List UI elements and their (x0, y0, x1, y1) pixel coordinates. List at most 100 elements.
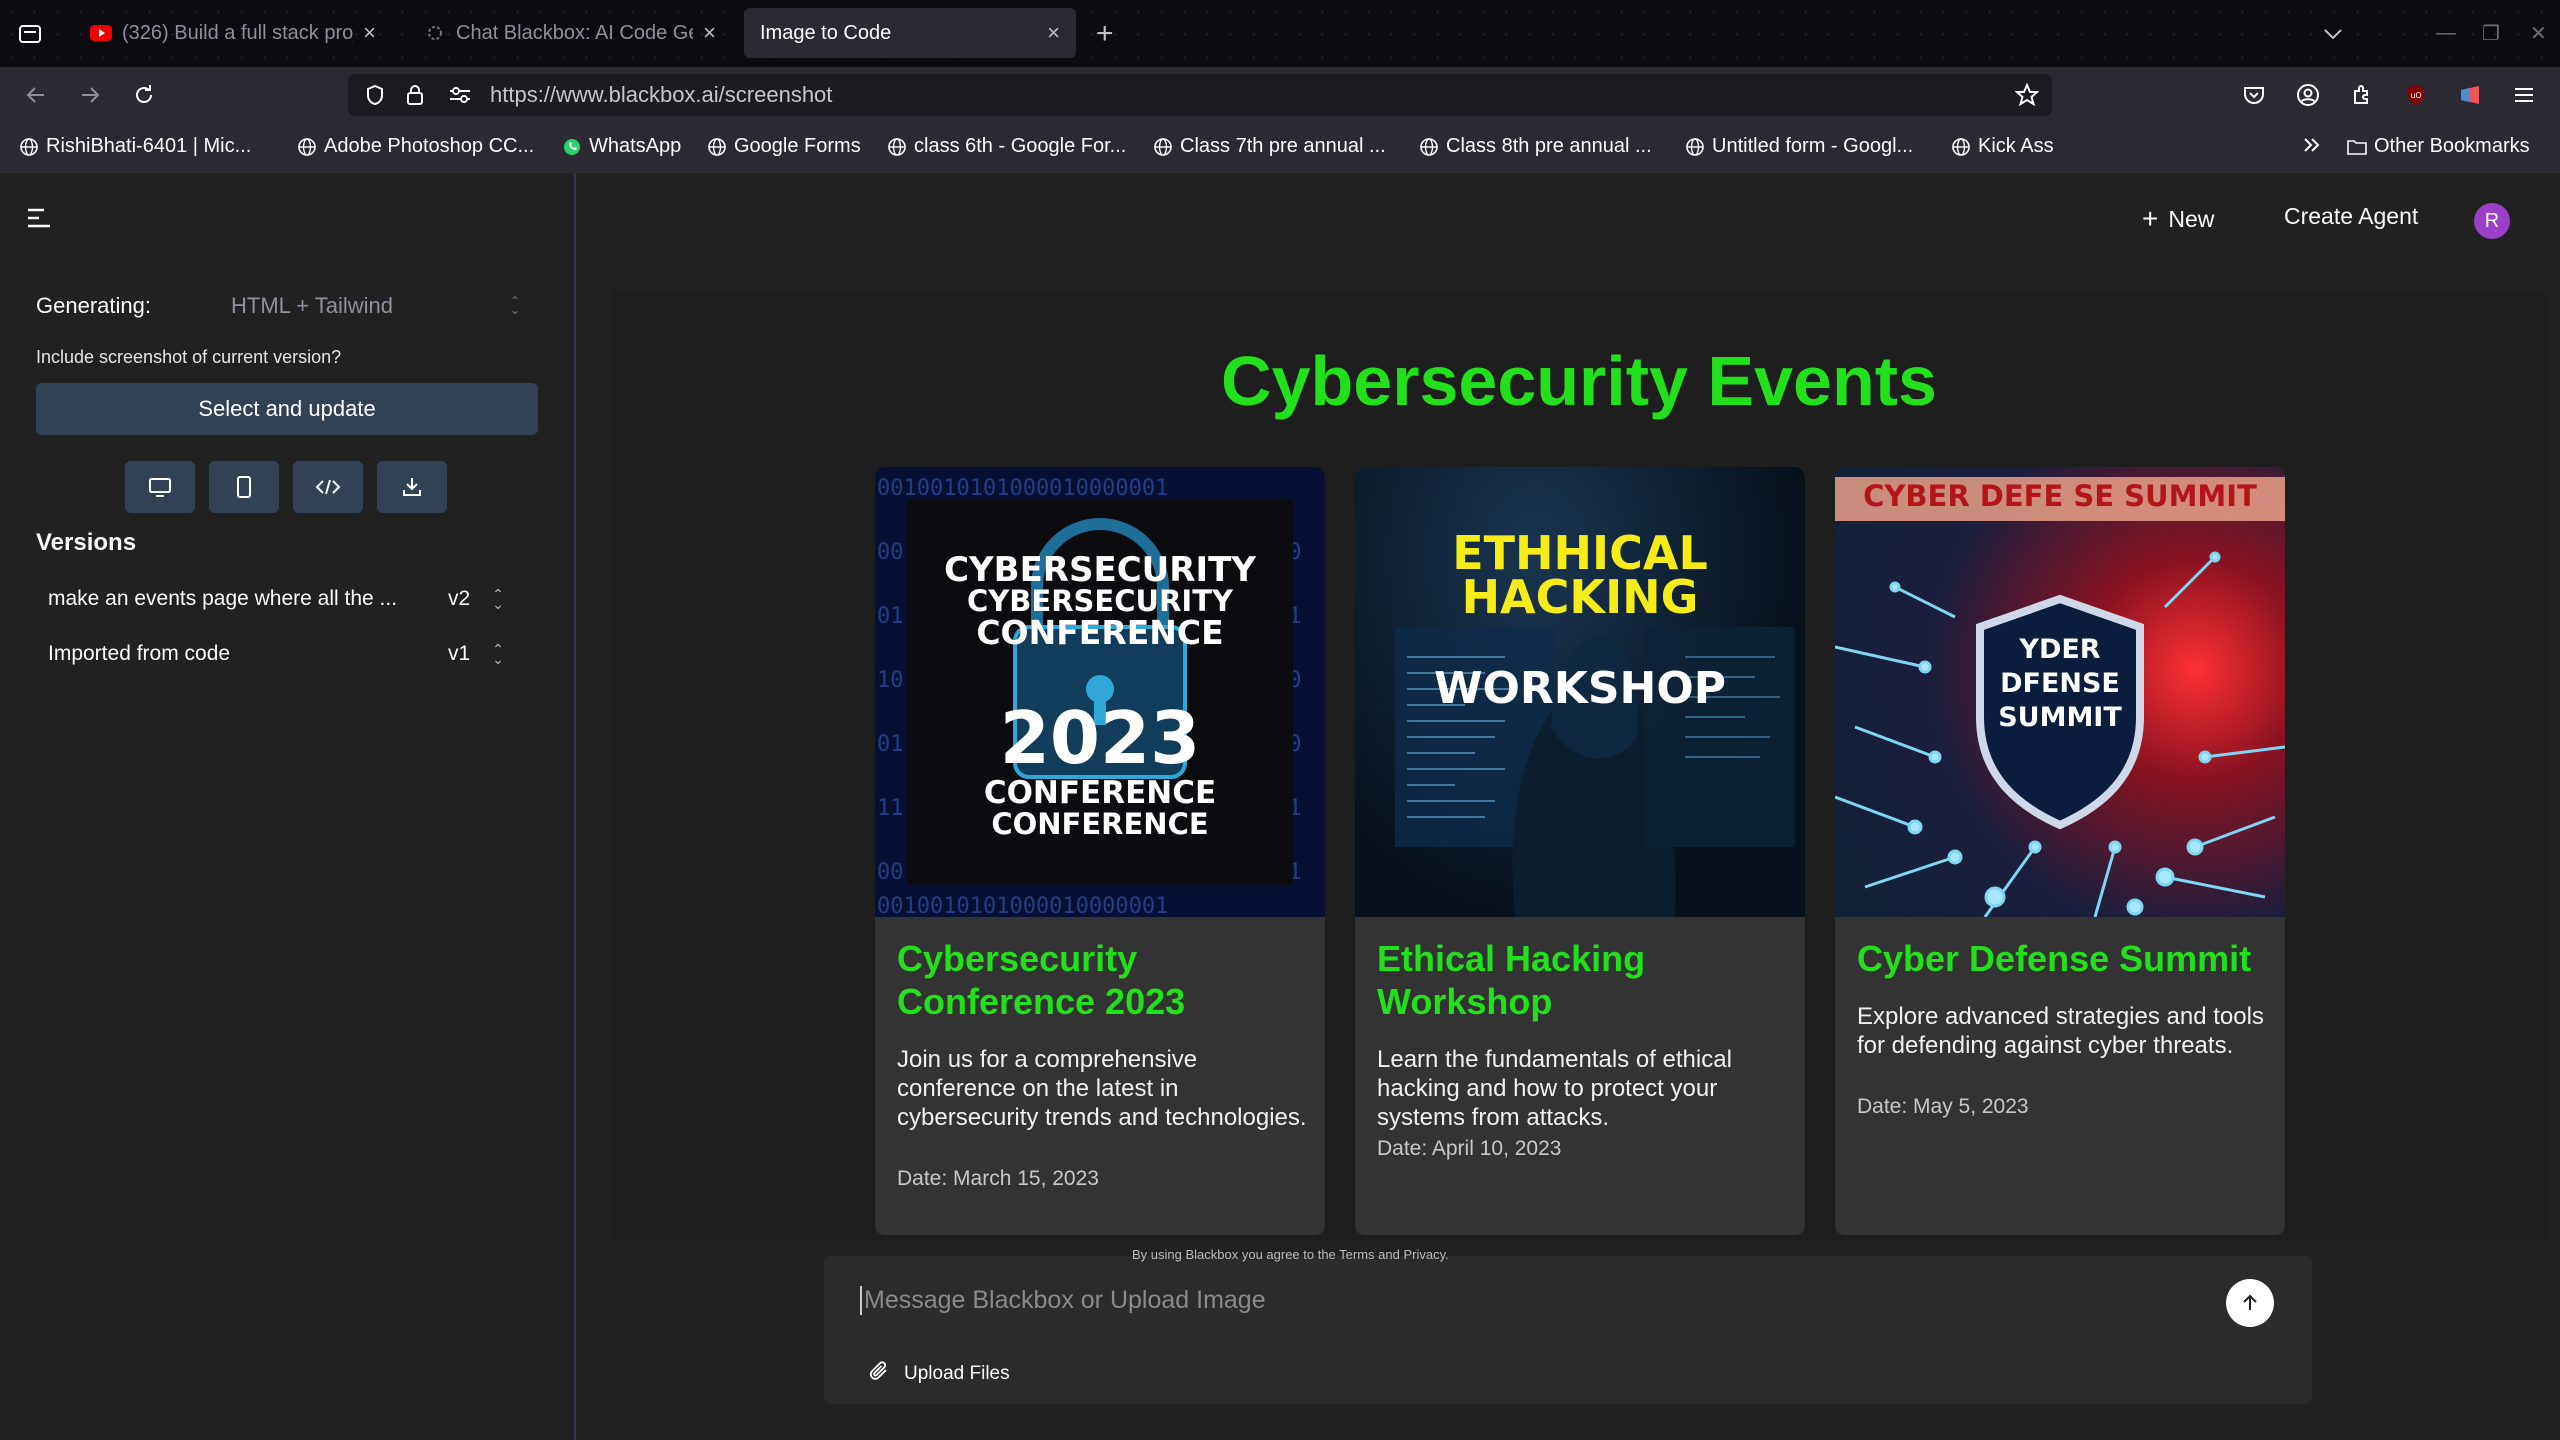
new-tab-button[interactable]: + (1096, 0, 1114, 67)
bookmark-label: Google Forms (734, 135, 861, 157)
svg-text:uO: uO (2410, 91, 2421, 100)
preview-pane: Cybersecurity Events 0010010101000010000… (612, 291, 2546, 1241)
pocket-icon[interactable] (2234, 75, 2274, 115)
globe-icon (706, 136, 728, 158)
bookmark-label: RishiBhati-6401 | Mic... (46, 135, 252, 157)
create-agent-button[interactable]: Create Agent (2284, 203, 2418, 230)
desktop-view-button[interactable] (125, 461, 195, 513)
event-title: Cyber Defense Summit (1857, 938, 2252, 979)
app-menu-icon[interactable] (2504, 75, 2544, 115)
bookmark-item[interactable]: Adobe Photoshop CC... (296, 135, 534, 158)
new-button[interactable]: + New (2142, 203, 2214, 235)
stack-select[interactable]: HTML + Tailwind ⌃ ⌄ (231, 293, 520, 319)
list-all-tabs-icon[interactable] (2322, 0, 2344, 67)
download-button[interactable] (377, 461, 447, 513)
version-name: Imported from code (48, 642, 231, 665)
tab-image-to-code[interactable]: Image to Code × (744, 8, 1076, 58)
globe-icon (18, 136, 40, 158)
bookmark-item[interactable]: WhatsApp (561, 135, 681, 158)
url-host: https://www.blackbox.ai (490, 82, 719, 107)
globe-icon (1950, 136, 1972, 158)
close-tab-icon[interactable]: × (703, 20, 716, 46)
terms-notice: By using Blackbox you agree to the Terms… (1132, 1247, 1449, 1262)
event-description: Explore advanced strategies and tools fo… (1857, 1003, 2264, 1059)
version-item-v2[interactable]: make an events page where all the ... v2… (48, 587, 508, 611)
code-view-button[interactable] (293, 461, 363, 513)
bookmark-item[interactable]: Class 8th pre annual ... (1418, 135, 1652, 158)
bookmark-item[interactable]: Class 7th pre annual ... (1152, 135, 1386, 158)
code-icon (315, 479, 341, 495)
window-close-icon[interactable]: ✕ (2530, 0, 2547, 67)
chat-composer: Upload Files (824, 1256, 2312, 1404)
event-card: 0010010101000010000001 0000 0101 1010 01… (875, 467, 1325, 1235)
bookmark-star-icon[interactable] (2002, 83, 2052, 107)
event-date: Date: May 5, 2023 (1857, 1095, 2029, 1118)
bookmark-label: WhatsApp (589, 135, 682, 157)
extension-colorful-icon[interactable] (2450, 75, 2490, 115)
permissions-icon[interactable] (438, 86, 482, 104)
generating-row: Generating: HTML + Tailwind ⌃ ⌄ (36, 293, 520, 319)
url-text[interactable]: https://www.blackbox.ai/screenshot (490, 82, 2002, 108)
lock-icon[interactable] (392, 84, 438, 106)
url-path: /screenshot (718, 82, 833, 107)
back-button[interactable] (16, 75, 56, 115)
extensions-icon[interactable] (2342, 75, 2382, 115)
tab-title: Chat Blackbox: AI Code Ge (456, 21, 694, 44)
forward-button[interactable] (70, 75, 110, 115)
event-image-summit: CYBER DEFE SE SUMMIT YDER DFENSE SUMMIT (1835, 467, 2285, 917)
bookmark-label: Adobe Photoshop CC... (324, 135, 535, 157)
send-button[interactable] (2226, 1279, 2274, 1327)
bookmark-item[interactable]: Google Forms (706, 135, 861, 158)
globe-icon (296, 136, 318, 158)
bookmark-item[interactable]: Untitled form - Googl... (1684, 135, 1913, 158)
other-bookmarks[interactable]: Other Bookmarks (2346, 135, 2530, 158)
version-tag: v2 (448, 587, 471, 610)
event-card: ETHHICAL HACKING WORKSHOP Ethical Hackin… (1355, 467, 1805, 1235)
bookmark-label: Untitled form - Googl... (1712, 135, 1914, 157)
minimize-icon[interactable]: — (2436, 0, 2456, 67)
expand-chevrons-icon[interactable]: ⌃ ⌄ (488, 642, 508, 666)
navigation-bar: https://www.blackbox.ai/screenshot uO (0, 67, 2560, 123)
tab-youtube[interactable]: (326) Build a full stack proj × (74, 8, 392, 58)
close-tab-icon[interactable]: × (1047, 20, 1060, 46)
maximize-icon[interactable]: ❐ (2482, 0, 2500, 67)
avatar[interactable]: R (2474, 203, 2510, 239)
poster-text: ETHHICAL (1452, 526, 1708, 580)
menu-toggle-icon[interactable] (26, 207, 52, 233)
ublock-icon[interactable]: uO (2396, 75, 2436, 115)
account-icon[interactable] (2288, 75, 2328, 115)
tab-blackbox-chat[interactable]: Chat Blackbox: AI Code Ge × (408, 8, 732, 58)
close-tab-icon[interactable]: × (363, 20, 376, 46)
globe-icon (1418, 136, 1440, 158)
bookmark-item[interactable]: class 6th - Google For... (886, 135, 1126, 158)
select-and-update-button[interactable]: Select and update (36, 383, 538, 435)
svg-text:0010010101000010000001: 0010010101000010000001 (877, 894, 1168, 917)
bookmark-item[interactable]: Kick Ass (1950, 135, 2054, 158)
poster-text: CONFERENCE (976, 613, 1224, 652)
bookmark-label: Class 8th pre annual ... (1446, 135, 1652, 157)
tab-list-button[interactable] (0, 0, 60, 67)
globe-icon (1684, 136, 1706, 158)
event-description: Join us for a comprehensive conference o… (897, 1046, 1307, 1131)
bookmarks-overflow-button[interactable] (2302, 135, 2322, 161)
expand-chevrons-icon[interactable]: ⌃ ⌄ (488, 587, 508, 611)
event-card: CYBER DEFE SE SUMMIT YDER DFENSE SUMMIT … (1835, 467, 2285, 1235)
version-item-v1[interactable]: Imported from code v1 ⌃ ⌄ (48, 642, 508, 666)
reload-button[interactable] (124, 75, 164, 115)
globe-icon (1152, 136, 1174, 158)
shield-icon[interactable] (358, 84, 392, 106)
double-chevron-right-icon (2302, 135, 2322, 161)
event-description: Learn the fundamentals of ethical hackin… (1377, 1046, 1732, 1131)
folder-icon (2346, 136, 2368, 158)
upload-files-button[interactable]: Upload Files (868, 1360, 1010, 1388)
mobile-view-button[interactable] (209, 461, 279, 513)
upload-files-label: Upload Files (904, 1363, 1010, 1384)
address-bar[interactable]: https://www.blackbox.ai/screenshot (348, 74, 2052, 116)
generating-label: Generating: (36, 293, 151, 318)
blackbox-icon (424, 22, 446, 44)
message-input[interactable] (860, 1286, 2160, 1315)
poster-text: SUMMIT (1998, 702, 2122, 733)
bookmark-item[interactable]: RishiBhati-6401 | Mic... (18, 135, 251, 158)
poster-text: CONFERENCE (983, 775, 1217, 811)
mobile-icon (237, 476, 251, 498)
